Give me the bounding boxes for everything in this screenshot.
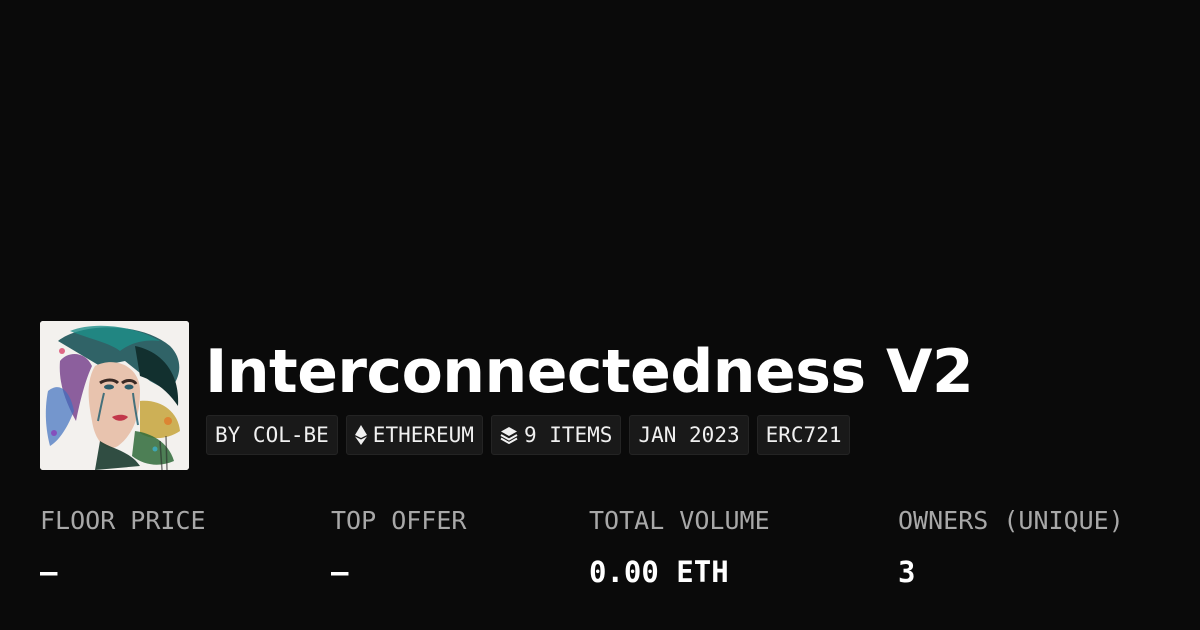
collection-title: Interconnectedness V2 — [205, 337, 974, 407]
stat-label: TOP OFFER — [331, 506, 467, 535]
stat-value: 3 — [898, 555, 916, 589]
items-count-label: 9 ITEMS — [523, 423, 613, 447]
creator-tag-label: BY COL-BE — [215, 423, 329, 447]
ethereum-icon — [354, 425, 367, 445]
stat-total-volume: TOTAL VOLUME 0.00 ETH — [589, 504, 770, 590]
date-tag: JAN 2023 — [629, 415, 749, 455]
artwork-portrait-image — [40, 321, 189, 470]
chain-tag-label: ETHEREUM — [372, 423, 474, 447]
collection-tags: BY COL-BE ETHEREUM 9 ITEMS JAN 2023 ERC7… — [206, 415, 851, 455]
stat-top-offer: TOP OFFER — — [331, 504, 466, 590]
token-standard-label: ERC721 — [765, 423, 842, 447]
token-standard-tag: ERC721 — [756, 415, 851, 455]
collection-avatar[interactable] — [40, 321, 189, 470]
stat-value: 0.00 ETH — [589, 555, 729, 589]
chain-tag[interactable]: ETHEREUM — [345, 415, 483, 455]
stat-owners-unique: OWNERS (UNIQUE) 3 — [898, 504, 1124, 590]
stat-value: — — [40, 555, 58, 589]
creator-tag[interactable]: BY COL-BE — [206, 415, 338, 455]
collection-card: Interconnectedness V2 BY COL-BE ETHEREUM — [0, 0, 1200, 630]
stat-label: TOTAL VOLUME — [589, 506, 770, 535]
layers-icon — [500, 426, 518, 444]
stat-value: — — [331, 555, 349, 589]
date-tag-label: JAN 2023 — [638, 423, 740, 447]
collection-stats: FLOOR PRICE — TOP OFFER — TOTAL VOLUME 0… — [0, 504, 1200, 604]
stat-floor-price: FLOOR PRICE — — [40, 504, 206, 590]
items-count-tag[interactable]: 9 ITEMS — [490, 415, 622, 455]
stat-label: FLOOR PRICE — [40, 506, 206, 535]
stat-label: OWNERS (UNIQUE) — [898, 506, 1124, 535]
